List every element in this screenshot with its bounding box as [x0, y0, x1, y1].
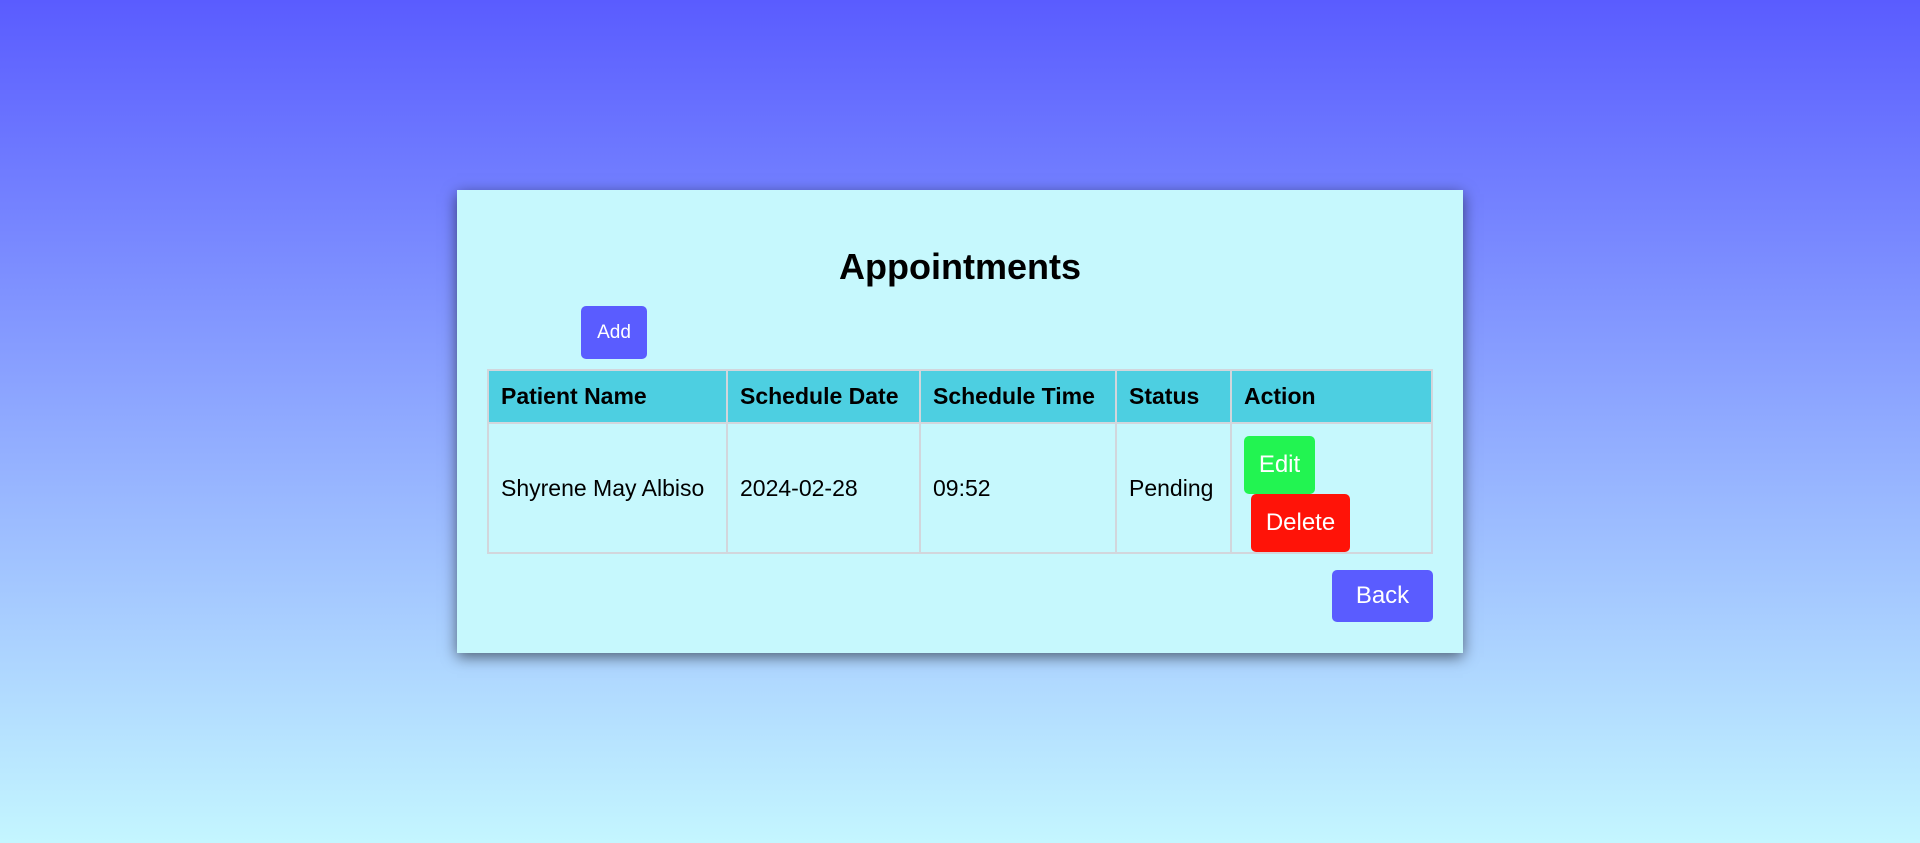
cell-action: EditDelete	[1230, 422, 1433, 554]
edit-button[interactable]: Edit	[1244, 436, 1315, 494]
delete-button[interactable]: Delete	[1251, 494, 1350, 552]
cell-schedule-time: 09:52	[919, 422, 1117, 554]
header-action: Action	[1230, 369, 1433, 424]
header-patient-name: Patient Name	[487, 369, 728, 424]
cell-patient-name: Shyrene May Albiso	[487, 422, 728, 554]
back-button[interactable]: Back	[1332, 570, 1433, 622]
header-schedule-date: Schedule Date	[726, 369, 921, 424]
table-row: Shyrene May Albiso 2024-02-28 09:52 Pend…	[487, 422, 1433, 554]
header-status: Status	[1115, 369, 1232, 424]
appointments-table: Patient Name Schedule Date Schedule Time…	[487, 369, 1433, 554]
cell-status: Pending	[1115, 422, 1232, 554]
header-schedule-time: Schedule Time	[919, 369, 1117, 424]
cell-schedule-date: 2024-02-28	[726, 422, 921, 554]
table-header-row: Patient Name Schedule Date Schedule Time…	[487, 369, 1433, 424]
add-button[interactable]: Add	[581, 306, 647, 359]
page-title: Appointments	[839, 246, 1081, 287]
appointments-card: Appointments Add Patient Name Schedule D…	[457, 190, 1463, 653]
